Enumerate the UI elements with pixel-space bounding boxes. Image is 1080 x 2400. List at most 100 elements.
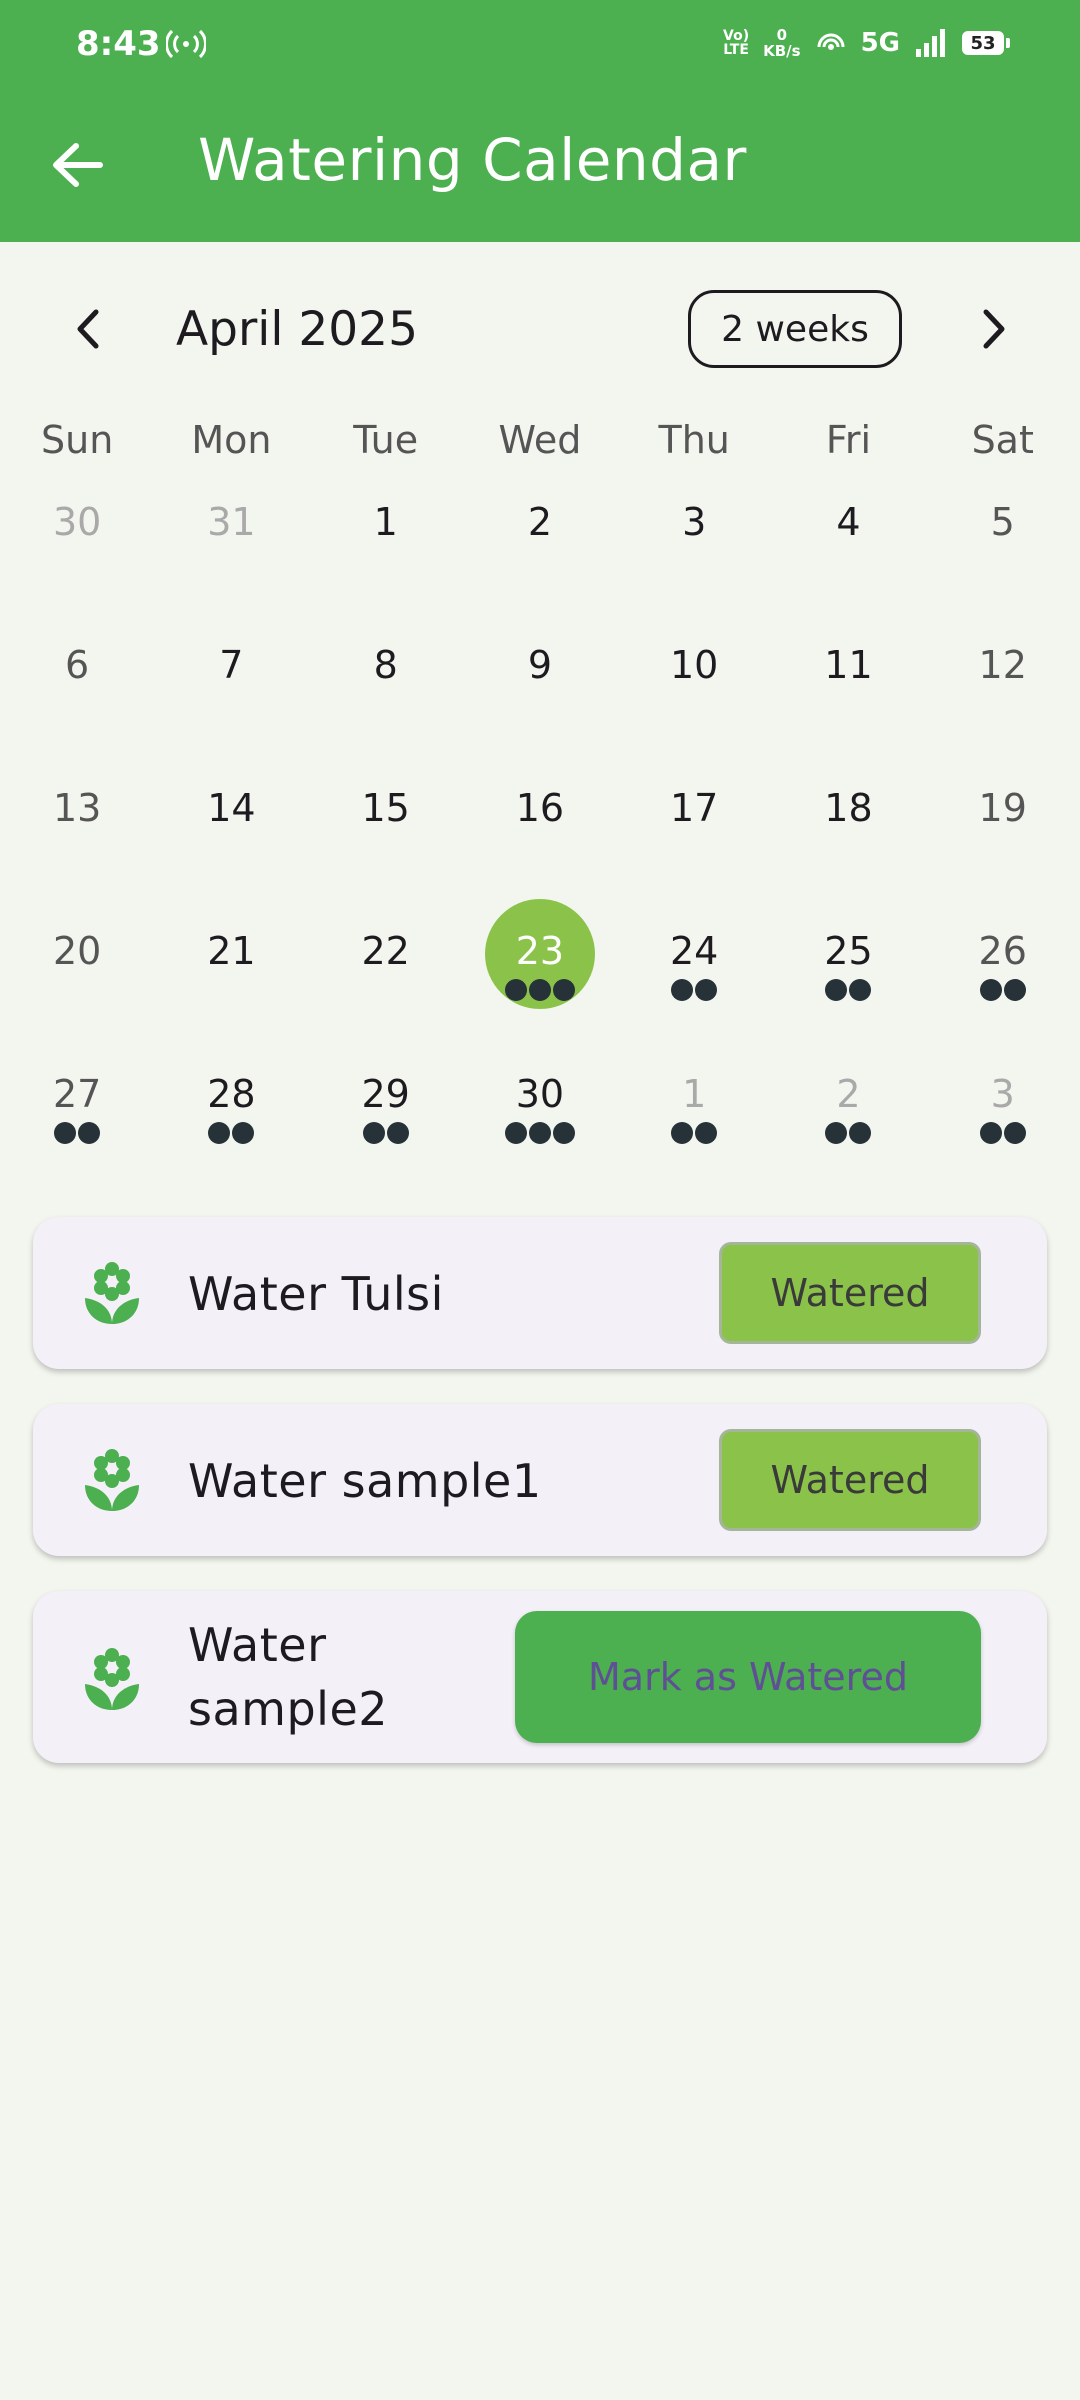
event-markers: [979, 1122, 1026, 1144]
calendar-day[interactable]: 14: [154, 776, 308, 919]
status-time: 8:43: [76, 24, 161, 64]
event-marker-dot: [825, 979, 848, 1001]
calendar-day[interactable]: 13: [0, 776, 154, 919]
task-card: Water sample2 Mark as Watered: [33, 1591, 1047, 1763]
page-title: Watering Calendar: [198, 126, 747, 194]
event-marker-dot: [232, 1122, 255, 1144]
day-number: 16: [515, 786, 565, 830]
calendar-week-row: 30 31 1 2 3 4 5: [0, 490, 1080, 633]
calendar-day[interactable]: 8: [309, 633, 463, 776]
day-number: 3: [682, 500, 707, 544]
dow-fri: Fri: [825, 418, 872, 462]
calendar-day[interactable]: 18: [771, 776, 925, 919]
event-marker-dot: [208, 1122, 231, 1144]
event-markers: [671, 979, 718, 1001]
calendar-week-row: 20 21 22 23 24 25 26: [0, 899, 1080, 1062]
task-label: Water Tulsi: [188, 1267, 444, 1321]
task-card: Water sample1 Watered: [33, 1404, 1047, 1556]
day-number: 10: [670, 643, 719, 687]
mark-as-watered-button[interactable]: Mark as Watered: [515, 1611, 981, 1743]
day-number: 21: [207, 929, 256, 973]
task-card: Water Tulsi Watered: [33, 1217, 1047, 1369]
calendar-header: April 2025 2 weeks: [0, 290, 1080, 370]
event-markers: [825, 1122, 872, 1144]
task-label: Water sample2: [188, 1613, 388, 1741]
calendar-day[interactable]: 30: [463, 1062, 617, 1205]
event-marker-dot: [528, 1122, 551, 1144]
calendar-day[interactable]: 27: [0, 1062, 154, 1205]
event-markers: [208, 1122, 255, 1144]
day-number: 19: [978, 786, 1027, 830]
calendar-day[interactable]: 21: [154, 919, 308, 1062]
flower-icon: [85, 1449, 139, 1511]
calendar-day[interactable]: 28: [154, 1062, 308, 1205]
calendar-day[interactable]: 12: [926, 633, 1080, 776]
calendar-day[interactable]: 3: [926, 1062, 1080, 1205]
event-marker-dot: [386, 1122, 409, 1144]
watered-button[interactable]: Watered: [719, 1429, 981, 1531]
calendar-day[interactable]: 6: [0, 633, 154, 776]
calendar-day[interactable]: 1: [617, 1062, 771, 1205]
task-label: Water sample1: [188, 1454, 542, 1508]
dow-tue: Tue: [353, 418, 419, 462]
day-number: 8: [373, 643, 398, 687]
event-marker-dot: [504, 1122, 527, 1144]
calendar-day[interactable]: 2: [771, 1062, 925, 1205]
day-number: 1: [373, 500, 398, 544]
chevron-left-icon[interactable]: [68, 304, 108, 354]
calendar-day[interactable]: 7: [154, 633, 308, 776]
calendar-day[interactable]: 19: [926, 776, 1080, 919]
day-number: 22: [361, 929, 410, 973]
status-icons: Vo) LTE 0 KB/s 5G 53: [723, 22, 1010, 64]
calendar-day[interactable]: 9: [463, 633, 617, 776]
calendar-day[interactable]: 29: [309, 1062, 463, 1205]
calendar-day[interactable]: 10: [617, 633, 771, 776]
event-marker-dot: [671, 979, 694, 1001]
calendar-day[interactable]: 16: [463, 776, 617, 919]
calendar-day[interactable]: 24: [617, 919, 771, 1062]
calendar-day-selected[interactable]: 23: [463, 899, 617, 1062]
app-bar: 8:43 Vo) LTE 0 KB/s 5G 53 Watering Calend…: [0, 0, 1080, 242]
day-number: 6: [65, 643, 90, 687]
calendar-day[interactable]: 4: [771, 490, 925, 633]
task-label-line-1: Water: [188, 1618, 327, 1672]
calendar-day[interactable]: 30: [0, 490, 154, 633]
event-marker-dot: [552, 979, 575, 1001]
task-label-line-2: sample2: [188, 1682, 389, 1736]
calendar-day[interactable]: 25: [771, 919, 925, 1062]
calendar-week-row: 13 14 15 16 17 18 19: [0, 776, 1080, 919]
arrow-back-icon[interactable]: [48, 138, 108, 192]
calendar-day[interactable]: 20: [0, 919, 154, 1062]
event-marker-dot: [552, 1122, 575, 1144]
flower-icon: [85, 1262, 139, 1324]
event-marker-dot: [362, 1122, 385, 1144]
day-number: 18: [824, 786, 873, 830]
event-marker-dot: [504, 979, 527, 1001]
event-marker-dot: [825, 1122, 848, 1144]
calendar-day[interactable]: 5: [926, 490, 1080, 633]
dow-sun: Sun: [40, 418, 114, 462]
calendar-day[interactable]: 26: [926, 919, 1080, 1062]
event-marker-dot: [979, 1122, 1002, 1144]
calendar-day[interactable]: 3: [617, 490, 771, 633]
event-markers: [362, 1122, 409, 1144]
chevron-right-icon[interactable]: [974, 304, 1014, 354]
calendar-format-button[interactable]: 2 weeks: [688, 290, 902, 368]
day-number: 17: [670, 786, 719, 830]
day-number: 7: [219, 643, 244, 687]
event-marker-dot: [54, 1122, 77, 1144]
event-marker-dot: [528, 979, 551, 1001]
calendar-day[interactable]: 22: [309, 919, 463, 1062]
day-number: 30: [52, 500, 102, 544]
calendar-day[interactable]: 11: [771, 633, 925, 776]
calendar-day[interactable]: 15: [309, 776, 463, 919]
event-markers: [671, 1122, 718, 1144]
network-type: 5G: [860, 28, 900, 58]
calendar-day[interactable]: 2: [463, 490, 617, 633]
net-speed: 0 KB/s: [763, 27, 800, 59]
calendar-day[interactable]: 1: [309, 490, 463, 633]
calendar-day[interactable]: 31: [154, 490, 308, 633]
watered-button[interactable]: Watered: [719, 1242, 981, 1344]
event-markers: [979, 979, 1026, 1001]
calendar-day[interactable]: 17: [617, 776, 771, 919]
